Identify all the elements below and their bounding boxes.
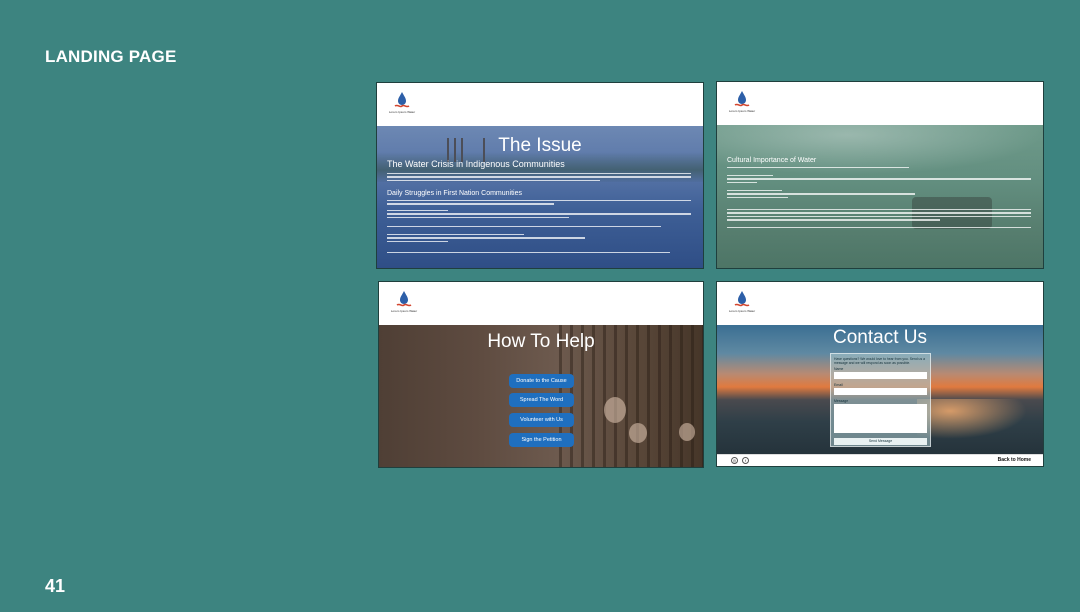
send-message-button[interactable]: Send Message [834, 438, 927, 445]
form-intro: Have questions? We would love to hear fr… [834, 357, 925, 366]
email-label: Email [834, 383, 843, 387]
issue-hero: The Issue The Water Crisis in Indigenous… [377, 126, 703, 268]
site-logo[interactable]: Lorem Ipsum Water [727, 90, 757, 118]
site-header: Lorem Ipsum Water [717, 82, 1043, 125]
donate-button[interactable]: Donate to the Cause [509, 374, 574, 388]
sign-petition-button[interactable]: Sign the Petition [509, 433, 574, 447]
site-header: Lorem Ipsum Water [379, 282, 703, 325]
logo-caption: Lorem Ipsum Water [390, 309, 418, 313]
help-page-screenshot: Lorem Ipsum Water How To Help Donate to … [378, 281, 704, 468]
site-logo[interactable]: Lorem Ipsum Water [727, 290, 757, 318]
culture-page-screenshot: Lorem Ipsum Water Cultural Importance of… [716, 81, 1044, 269]
water-drop-logo-icon [396, 291, 412, 307]
section-heading: Cultural Importance of Water [727, 157, 817, 164]
page-title: How To Help [487, 331, 595, 352]
body-text [387, 173, 691, 183]
body-text [727, 190, 1031, 200]
water-drop-logo-icon [394, 92, 410, 108]
message-label: Message [834, 399, 849, 403]
water-drop-logo-icon [734, 291, 750, 307]
body-text [387, 252, 691, 255]
section-heading: Daily Struggles in First Nation Communit… [387, 190, 522, 197]
section-heading: The Water Crisis in Indigenous Communiti… [387, 159, 565, 169]
body-text [727, 175, 1031, 185]
site-logo[interactable]: Lorem Ipsum Water [389, 290, 419, 318]
site-header: Lorem Ipsum Water [377, 83, 703, 126]
body-text [727, 167, 1031, 170]
body-text [387, 200, 691, 207]
logo-caption: Lorem Ipsum Water [388, 110, 416, 114]
email-field[interactable] [834, 388, 927, 395]
volunteer-button[interactable]: Volunteer with Us [509, 413, 574, 427]
instagram-icon[interactable]: ◎ [731, 457, 738, 464]
site-footer: ◎ f Back to Home [717, 454, 1043, 466]
body-text [387, 210, 691, 220]
contact-form: Have questions? We would love to hear fr… [830, 353, 931, 447]
slide-title: LANDING PAGE [45, 47, 177, 66]
site-header: Lorem Ipsum Water [717, 282, 1043, 325]
issue-page-screenshot: Lorem Ipsum Water The Issue The Water Cr… [376, 82, 704, 269]
back-to-home-link[interactable]: Back to Home [998, 457, 1031, 463]
body-text [387, 226, 691, 229]
page-title: The Issue [498, 135, 582, 156]
body-text [387, 234, 691, 244]
name-label: Name [834, 367, 844, 371]
body-text [727, 227, 1031, 230]
page-number: 41 [45, 576, 66, 596]
facebook-icon[interactable]: f [742, 457, 749, 464]
contact-page-screenshot: Lorem Ipsum Water Contact Us Have questi… [716, 281, 1044, 467]
logo-caption: Lorem Ipsum Water [728, 109, 756, 113]
message-field[interactable] [834, 404, 927, 433]
body-text [727, 209, 1031, 223]
page-title: Contact Us [833, 327, 927, 348]
site-logo[interactable]: Lorem Ipsum Water [387, 91, 417, 119]
contact-hero: Contact Us Have questions? We would love… [717, 325, 1043, 454]
water-drop-logo-icon [734, 91, 750, 107]
help-hero: How To Help Donate to the Cause Spread T… [379, 325, 703, 467]
logo-caption: Lorem Ipsum Water [728, 309, 756, 313]
culture-hero: Cultural Importance of Water [717, 125, 1043, 268]
name-field[interactable] [834, 372, 927, 379]
spread-word-button[interactable]: Spread The Word [509, 393, 574, 407]
